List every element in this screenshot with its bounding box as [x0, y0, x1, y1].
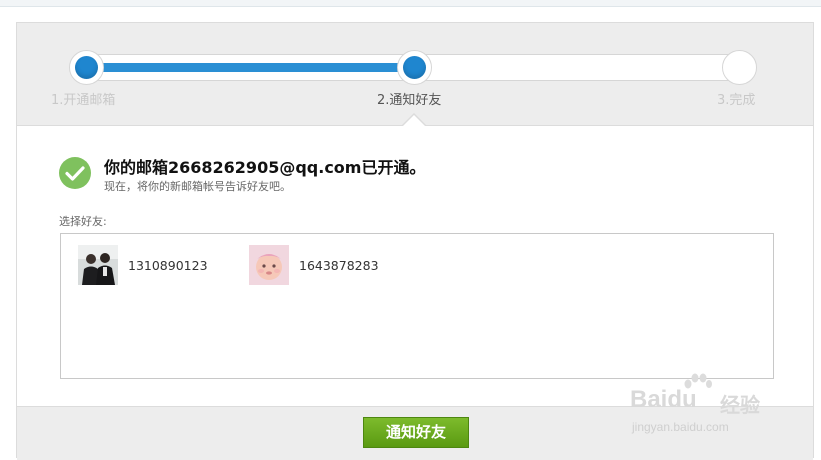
- step-label-open-mailbox: 1.开通邮箱: [51, 93, 116, 108]
- progress-stepper: 1.开通邮箱 2.通知好友 3.完成: [17, 23, 813, 126]
- notify-friends-button[interactable]: 通知好友: [363, 417, 469, 448]
- baidu-jingyan-watermark: Baidu 经验 jingyan.baidu.com: [628, 372, 778, 438]
- step-node-2: [397, 50, 432, 85]
- friend-id: 1310890123: [128, 258, 208, 273]
- watermark-cn: 经验: [720, 393, 760, 417]
- friends-list: 1310890123 1643878283: [60, 233, 774, 379]
- step-node-1: [69, 50, 104, 85]
- success-subline: 现在，将你的新邮箱帐号告诉好友吧。: [104, 180, 291, 193]
- avatar: [78, 245, 118, 285]
- watermark-logo: Baidu: [630, 386, 697, 413]
- friends-label: 选择好友:: [59, 215, 107, 228]
- step-label-done: 3.完成: [717, 93, 756, 108]
- watermark-url: jingyan.baidu.com: [632, 420, 729, 434]
- step-label-notify-friends: 2.通知好友: [377, 93, 442, 108]
- top-strip: [0, 0, 821, 7]
- success-headline: 你的邮箱2668262905@qq.com已开通。: [104, 158, 426, 177]
- friend-id: 1643878283: [299, 258, 379, 273]
- check-circle-icon: [59, 157, 91, 189]
- avatar: [249, 245, 289, 285]
- step-pointer: [403, 115, 425, 126]
- progress-fill: [97, 63, 421, 72]
- step-node-3: [722, 50, 757, 85]
